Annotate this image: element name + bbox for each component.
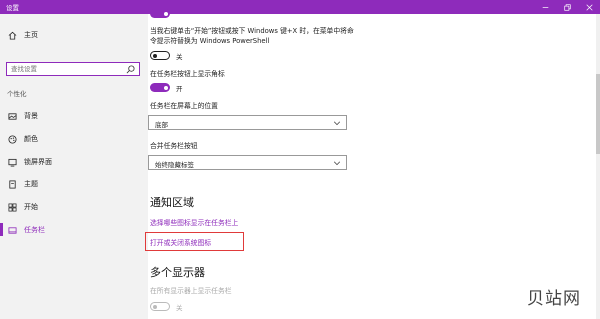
sidebar-item-label: 锁屏界面 [24,158,52,166]
sidebar-item-label: 颜色 [24,135,38,143]
partial-toggle[interactable] [150,9,170,18]
sidebar-item-lock-screen[interactable]: 锁屏界面 [7,155,52,169]
sidebar: 主页 个性化 背景 颜色 锁屏界面 主题 开始 [0,14,148,319]
sidebar-item-taskbar[interactable]: 任务栏 [7,223,45,237]
position-dropdown[interactable]: 底部 [148,115,347,130]
sidebar-item-themes[interactable]: 主题 [7,177,38,191]
minimize-button[interactable] [534,0,556,14]
powershell-toggle[interactable] [150,51,170,60]
minimize-icon [542,6,548,8]
scrollbar[interactable] [596,14,600,319]
restore-icon [563,3,571,11]
group-label: 个性化 [7,90,27,98]
scrollbar-thumb[interactable] [596,74,600,154]
close-button[interactable] [578,0,600,14]
notify-heading: 通知区域 [150,196,194,209]
position-dropdown-value: 底部 [155,121,168,129]
badge-toggle-state: 开 [176,85,183,93]
chevron-down-icon [333,161,341,166]
system-icons-link[interactable]: 打开或关闭系统图标 [150,237,211,247]
search-input[interactable] [11,64,121,74]
multi-display-label: 在所有显示器上显示任务栏 [150,287,232,295]
sidebar-item-start[interactable]: 开始 [7,200,38,214]
start-icon [7,202,17,212]
active-indicator [0,223,3,236]
sidebar-item-background[interactable]: 背景 [7,109,38,123]
main-content: 当我右键单击“开始”按钮或按下 Windows 键+X 时，在菜单中将命 令提示… [145,9,600,319]
sidebar-item-label: 任务栏 [24,226,45,234]
image-icon [7,111,17,121]
chevron-down-icon [333,121,341,126]
select-taskbar-icons-link[interactable]: 选择哪些图标显示在任务栏上 [150,217,238,227]
position-label: 任务栏在屏幕上的位置 [150,102,218,110]
sidebar-item-colors[interactable]: 颜色 [7,132,38,146]
lock-screen-icon [7,157,17,167]
window-title: 设置 [6,4,19,12]
combine-dropdown-value: 始终隐藏标签 [155,161,194,169]
multi-display-toggle[interactable] [150,302,170,311]
multi-display-toggle-state: 关 [176,304,183,312]
badge-label: 在任务栏按钮上显示角标 [150,70,225,78]
powershell-text-line2: 令提示符替换为 Windows PowerShell [150,37,270,45]
powershell-toggle-state: 关 [176,53,183,61]
combine-label: 合并任务栏按钮 [150,142,198,150]
sidebar-item-home[interactable]: 主页 [7,28,38,42]
palette-icon [7,134,17,144]
powershell-text-line1: 当我右键单击“开始”按钮或按下 Windows 键+X 时，在菜单中将命 [150,27,354,35]
taskbar-icon [7,225,17,235]
sidebar-item-label: 开始 [24,203,38,211]
multi-display-heading: 多个显示器 [150,266,205,279]
watermark: 贝站网 [527,289,581,309]
sidebar-item-label: 主页 [24,31,38,39]
sidebar-item-label: 主题 [24,180,38,188]
close-icon [585,3,593,11]
search-icon[interactable] [126,65,135,74]
search-box[interactable] [6,62,140,76]
title-bar: 设置 [0,0,600,14]
sidebar-item-label: 背景 [24,112,38,120]
maximize-button[interactable] [556,0,578,14]
badge-toggle[interactable] [150,83,170,92]
theme-icon [7,179,17,189]
home-icon [7,30,17,40]
combine-dropdown[interactable]: 始终隐藏标签 [148,155,347,170]
